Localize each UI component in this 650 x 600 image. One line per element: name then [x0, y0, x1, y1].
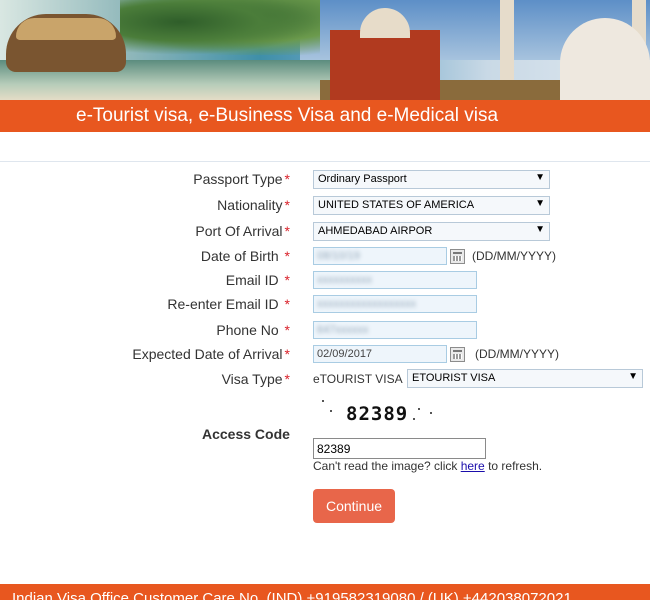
banner-trees — [120, 0, 320, 55]
page-title: e-Tourist visa, e-Business Visa and e-Me… — [76, 105, 499, 126]
visa-type-label: Visa Type * — [221, 371, 290, 387]
visa-type-value: ETOURIST VISA — [412, 372, 496, 384]
expected-arrival-label: Expected Date of Arrival * — [132, 346, 290, 362]
header-banner-image — [0, 0, 650, 100]
banner-taj-mahal — [560, 18, 650, 100]
banner-minaret — [500, 0, 514, 80]
chevron-down-icon: ▼ — [535, 198, 545, 209]
port-of-arrival-label: Port Of Arrival * — [195, 223, 290, 239]
reenter-email-input[interactable]: xxxxxxxxxxxxxxxxxx — [313, 295, 477, 313]
passport-type-select[interactable]: Ordinary Passport ▼ — [313, 170, 550, 189]
access-code-label: Access Code — [202, 426, 290, 442]
nationality-label: Nationality * — [217, 197, 290, 213]
phone-label: Phone No * — [216, 322, 290, 338]
chevron-down-icon: ▼ — [535, 224, 545, 235]
reenter-email-label: Re-enter Email ID * — [167, 296, 290, 312]
chevron-down-icon: ▼ — [535, 172, 545, 183]
port-of-arrival-value: AHMEDABAD AIRPOR — [318, 225, 433, 237]
customer-care-text: Indian Visa Office Customer Care No. (IN… — [12, 590, 572, 600]
visa-type-prefix: eTOURIST VISA — [313, 372, 403, 386]
passport-type-value: Ordinary Passport — [318, 173, 407, 185]
port-of-arrival-select[interactable]: AHMEDABAD AIRPOR ▼ — [313, 222, 550, 241]
calendar-icon[interactable] — [450, 249, 465, 264]
visa-type-select[interactable]: ETOURIST VISA ▼ — [407, 369, 643, 388]
captcha-code: 82389 — [346, 403, 409, 425]
passport-type-label: Passport Type * — [193, 171, 290, 187]
date-of-birth-label: Date of Birth * — [200, 248, 290, 264]
footer-bar: Indian Visa Office Customer Care No. (IN… — [0, 584, 650, 600]
expected-arrival-input[interactable]: 02/09/2017 — [313, 345, 447, 363]
captcha-refresh-text: Can't read the image? click here to refr… — [313, 459, 543, 473]
banner-houseboat — [6, 14, 126, 72]
phone-input[interactable]: 647xxxxxx — [313, 321, 477, 339]
nationality-value: UNITED STATES OF AMERICA — [318, 199, 475, 211]
date-of-birth-input[interactable]: 08/10/19 — [313, 247, 447, 265]
access-code-input[interactable]: 82389 — [313, 438, 486, 459]
date-format-hint: (DD/MM/YYYY) — [475, 347, 559, 361]
email-input[interactable]: xxxxxxxxxx — [313, 271, 477, 289]
calendar-icon[interactable] — [450, 347, 465, 362]
email-label: Email ID * — [225, 272, 290, 288]
date-format-hint: (DD/MM/YYYY) — [472, 249, 556, 263]
title-bar: e-Tourist visa, e-Business Visa and e-Me… — [0, 100, 650, 132]
banner-red-fort — [330, 8, 440, 100]
captcha-image: 82389 — [318, 398, 438, 432]
divider — [0, 161, 650, 162]
captcha-refresh-link[interactable]: here — [461, 459, 485, 473]
nationality-select[interactable]: UNITED STATES OF AMERICA ▼ — [313, 196, 550, 215]
chevron-down-icon: ▼ — [628, 371, 638, 382]
continue-button[interactable]: Continue — [313, 489, 395, 523]
